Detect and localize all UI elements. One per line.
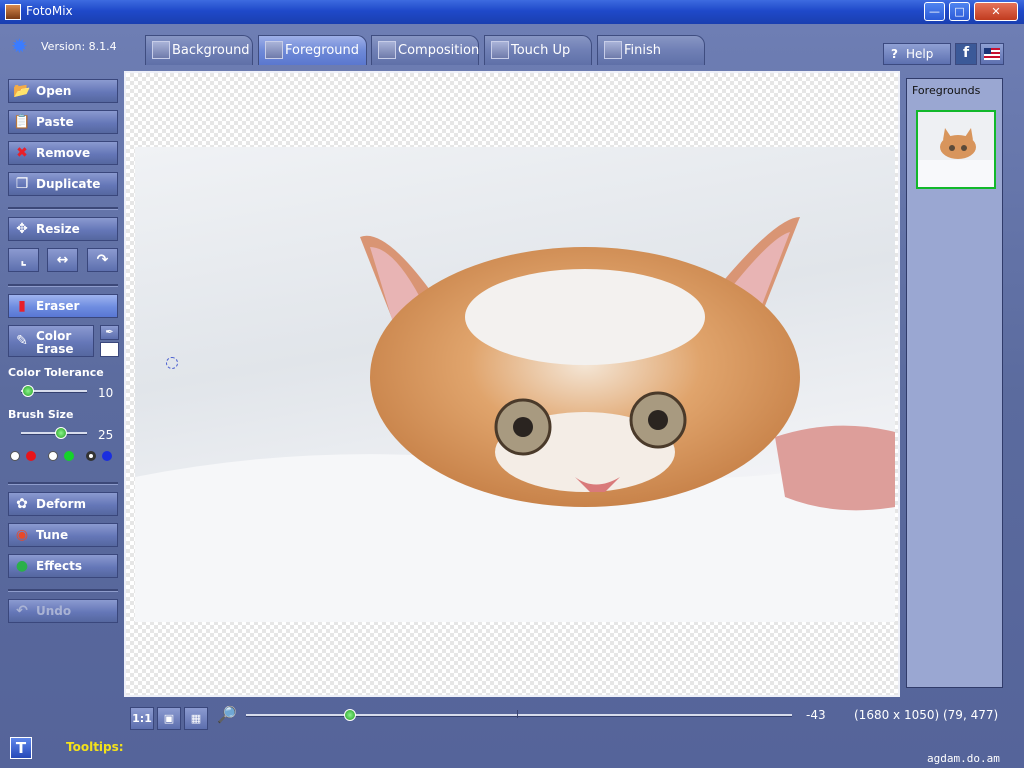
flip-button[interactable]: ↔ bbox=[47, 248, 78, 272]
deform-button[interactable]: ✿ Deform bbox=[8, 492, 118, 516]
tooltips-button[interactable]: T bbox=[10, 737, 32, 759]
fit-window-button[interactable]: ▣ bbox=[157, 707, 181, 730]
color-tolerance-thumb[interactable] bbox=[21, 385, 34, 397]
folder-icon: 📂 bbox=[13, 83, 31, 99]
brush-cursor bbox=[166, 357, 178, 369]
us-flag-icon bbox=[984, 48, 1000, 60]
radio-white-2[interactable] bbox=[48, 451, 58, 461]
clipboard-icon: 📋 bbox=[13, 114, 31, 130]
duplicate-icon: ❐ bbox=[15, 176, 29, 192]
foreground-photo[interactable] bbox=[135, 147, 895, 622]
flip-horizontal-icon: ↔ bbox=[56, 252, 69, 268]
watermark: agdam.do.am bbox=[927, 752, 1000, 765]
undo-button[interactable]: ↶ Undo bbox=[8, 599, 118, 623]
foreground-icon bbox=[265, 41, 283, 59]
rotate-icon: ↷ bbox=[96, 252, 109, 268]
undo-icon: ↶ bbox=[16, 603, 28, 619]
duplicate-button[interactable]: ❐ Duplicate bbox=[8, 172, 118, 196]
settings-gear-icon[interactable]: ✹ bbox=[11, 36, 31, 56]
radio-selected[interactable] bbox=[86, 451, 96, 461]
sidebar-divider bbox=[8, 207, 118, 210]
kitten-thumbnail-image bbox=[918, 112, 994, 187]
zoom-slider-track[interactable] bbox=[246, 714, 792, 717]
zoom-value: -43 bbox=[806, 708, 826, 722]
facebook-button[interactable]: f bbox=[955, 43, 977, 65]
red-dot[interactable] bbox=[26, 451, 36, 461]
image-coordinates: (1680 x 1050) (79, 477) bbox=[854, 708, 999, 722]
deform-icon: ✿ bbox=[16, 496, 28, 512]
fit-icon: ▣ bbox=[163, 712, 175, 725]
sidebar-divider bbox=[8, 284, 118, 287]
brush-icon bbox=[491, 41, 509, 59]
paste-button[interactable]: 📋 Paste bbox=[8, 110, 118, 134]
brush-size-thumb[interactable] bbox=[54, 427, 67, 439]
eyedropper-button[interactable]: ✒ bbox=[100, 325, 119, 340]
question-icon: ? bbox=[891, 47, 898, 61]
eraser-button[interactable]: ▮ Eraser bbox=[8, 294, 118, 318]
green-dot[interactable] bbox=[64, 451, 74, 461]
grid-button[interactable]: ▦ bbox=[184, 707, 208, 730]
tune-button[interactable]: ◉ Tune bbox=[8, 523, 118, 547]
foregrounds-panel: Foregrounds bbox=[906, 78, 1003, 688]
title-bar: FotoMix — □ ✕ bbox=[0, 0, 1024, 24]
brush-size-value: 25 bbox=[98, 428, 114, 442]
tab-touch-up[interactable]: Touch Up bbox=[484, 35, 592, 65]
eraser-icon: ▮ bbox=[18, 298, 26, 314]
sidebar-divider bbox=[8, 589, 118, 592]
zoom-icon: 🔎 bbox=[217, 705, 237, 724]
color-tolerance-label: Color Tolerance bbox=[8, 366, 104, 379]
move-arrows-icon: ✥ bbox=[16, 221, 28, 237]
pencil-icon: ✎ bbox=[16, 333, 28, 349]
zoom-1-1-button[interactable]: 1:1 bbox=[130, 707, 154, 730]
crop-icon: ⌞ bbox=[20, 252, 27, 268]
effects-icon: ● bbox=[15, 558, 29, 574]
effects-button[interactable]: ● Effects bbox=[8, 554, 118, 578]
finish-icon bbox=[604, 41, 622, 59]
tab-composition[interactable]: Composition bbox=[371, 35, 479, 65]
open-button[interactable]: 📂 Open bbox=[8, 79, 118, 103]
version-label: Version: 8.1.4 bbox=[41, 40, 117, 53]
sidebar-divider bbox=[8, 482, 118, 485]
resize-button[interactable]: ✥ Resize bbox=[8, 217, 118, 241]
color-swatch[interactable] bbox=[100, 342, 119, 357]
color-wheel-icon: ◉ bbox=[15, 527, 29, 543]
maximize-button[interactable]: □ bbox=[949, 2, 970, 21]
tab-finish[interactable]: Finish bbox=[597, 35, 705, 65]
tab-background[interactable]: Background bbox=[145, 35, 253, 65]
zoom-slider-thumb[interactable] bbox=[343, 709, 356, 721]
tab-foreground[interactable]: Foreground bbox=[258, 35, 367, 65]
eyedropper-icon: ✒ bbox=[105, 327, 114, 338]
language-button[interactable] bbox=[980, 43, 1004, 65]
kitten-image bbox=[135, 217, 895, 622]
blue-dot[interactable] bbox=[102, 451, 112, 461]
crop-button[interactable]: ⌞ bbox=[8, 248, 39, 272]
grid-icon: ▦ bbox=[190, 712, 202, 725]
red-x-icon: ✖ bbox=[16, 145, 28, 161]
remove-button[interactable]: ✖ Remove bbox=[8, 141, 118, 165]
close-button[interactable]: ✕ bbox=[974, 2, 1018, 21]
foregrounds-title: Foregrounds bbox=[912, 84, 981, 97]
composition-icon bbox=[378, 41, 396, 59]
brush-size-label: Brush Size bbox=[8, 408, 74, 421]
facebook-icon: f bbox=[963, 45, 970, 61]
app-icon bbox=[5, 4, 21, 20]
radio-white-1[interactable] bbox=[10, 451, 20, 461]
zoom-slider-tick bbox=[517, 710, 518, 718]
help-button[interactable]: ? Help bbox=[883, 43, 951, 65]
color-tolerance-value: 10 bbox=[98, 386, 114, 400]
color-erase-button[interactable]: ✎ Color Erase bbox=[8, 325, 94, 357]
tooltips-label: Tooltips: bbox=[66, 740, 124, 754]
window-title: FotoMix bbox=[26, 4, 73, 18]
minimize-button[interactable]: — bbox=[924, 2, 945, 21]
rotate-button[interactable]: ↷ bbox=[87, 248, 118, 272]
foreground-thumbnail[interactable] bbox=[916, 110, 996, 189]
background-icon bbox=[152, 41, 170, 59]
